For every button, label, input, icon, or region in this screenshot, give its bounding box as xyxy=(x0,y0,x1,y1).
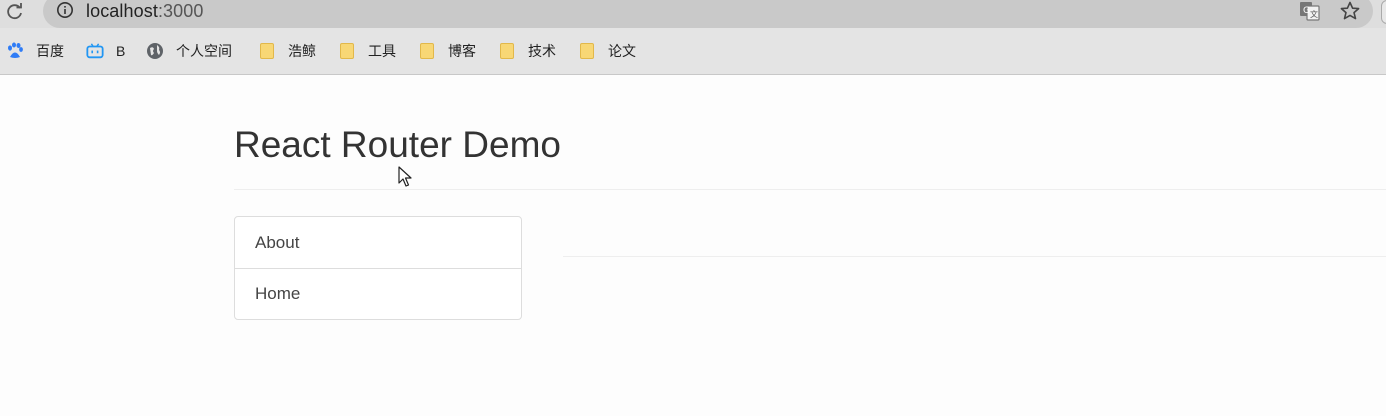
bookmark-label: B xyxy=(116,43,126,59)
bookmark-label: 浩鲸 xyxy=(288,43,316,59)
profile-avatar-icon[interactable] xyxy=(1381,0,1386,24)
bookmark-folder-blog[interactable]: 博客 xyxy=(418,41,476,61)
bookmark-label: 个人空间 xyxy=(176,43,232,59)
folder-icon xyxy=(338,42,356,60)
url-port: :3000 xyxy=(157,1,204,21)
title-divider xyxy=(234,189,1386,190)
tv-icon xyxy=(86,42,104,60)
bookmark-personal-space[interactable]: 个人空间 xyxy=(146,41,232,61)
reload-icon[interactable] xyxy=(4,1,26,23)
bookmark-label: 工具 xyxy=(368,43,396,59)
folder-icon xyxy=(258,42,276,60)
bookmark-baidu[interactable]: 百度 xyxy=(6,41,64,61)
browser-toolbar: localhost:3000 G 文 xyxy=(0,0,1386,28)
bookmark-label: 百度 xyxy=(36,43,64,59)
folder-icon xyxy=(578,42,596,60)
paw-icon xyxy=(6,42,24,60)
bookmark-b[interactable]: B xyxy=(86,41,125,61)
page-title: React Router Demo xyxy=(234,124,561,165)
bookmark-label: 博客 xyxy=(448,43,476,59)
content-panel-divider xyxy=(563,256,1386,257)
url-host: localhost xyxy=(86,1,158,21)
svg-text:文: 文 xyxy=(1310,9,1318,19)
svg-text:G: G xyxy=(1303,6,1310,16)
bookmarks-bar: 百度 B 个人空间 浩鲸 工具 博客 技术 论文 xyxy=(0,28,1386,75)
folder-icon xyxy=(418,42,436,60)
nav-link-about[interactable]: About xyxy=(235,217,521,268)
bookmark-folder-tools[interactable]: 工具 xyxy=(338,41,396,61)
bookmark-folder-papers[interactable]: 论文 xyxy=(578,41,636,61)
address-bar[interactable]: localhost:3000 G 文 xyxy=(43,0,1373,28)
mouse-cursor-icon xyxy=(398,166,412,188)
bookmark-folder-tech[interactable]: 技术 xyxy=(498,41,556,61)
bookmark-label: 论文 xyxy=(608,43,636,59)
nav-link-home[interactable]: Home xyxy=(235,268,521,319)
globe-icon xyxy=(146,42,164,60)
bookmark-star-icon[interactable] xyxy=(1339,0,1361,22)
site-info-icon[interactable] xyxy=(56,1,74,19)
bookmark-folder-haojing[interactable]: 浩鲸 xyxy=(258,41,316,61)
nav-list: About Home xyxy=(234,216,522,320)
folder-icon xyxy=(498,42,516,60)
bookmark-label: 技术 xyxy=(528,43,556,59)
url-text[interactable]: localhost:3000 xyxy=(86,1,204,22)
translate-icon[interactable]: G 文 xyxy=(1299,1,1321,21)
